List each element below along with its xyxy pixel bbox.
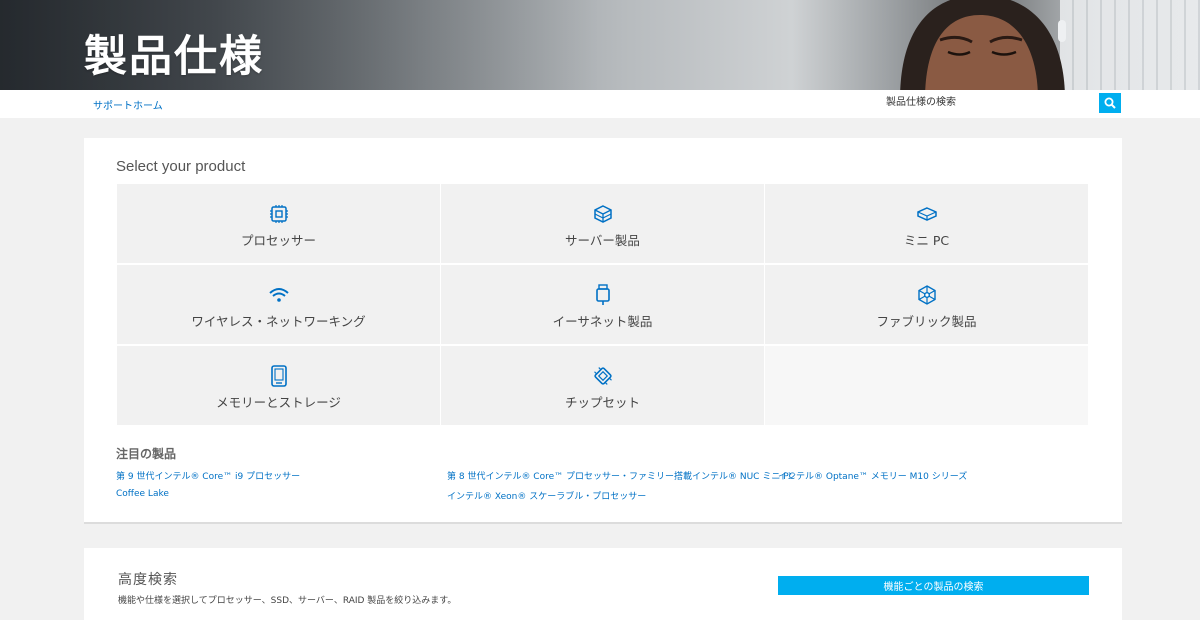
tile-memory-storage[interactable]: メモリーとストレージ: [117, 346, 440, 425]
product-select-card: Select your product プロセッサー サーバー製品 ミニ PC: [84, 138, 1122, 524]
tile-processor[interactable]: プロセッサー: [117, 184, 440, 263]
hero-window-backdrop: [1060, 0, 1200, 90]
tile-label: プロセッサー: [240, 233, 316, 248]
search-by-feature-button[interactable]: 機能ごとの製品の検索: [778, 576, 1089, 595]
tile-fabric[interactable]: ファブリック製品: [765, 265, 1088, 344]
search-icon: [1104, 97, 1116, 109]
chipset-icon: [592, 365, 614, 387]
mini-pc-icon: [916, 203, 938, 225]
fabric-icon: [916, 284, 938, 306]
page-title: 製品仕様: [84, 32, 264, 82]
tile-chipset[interactable]: チップセット: [441, 346, 764, 425]
advanced-search-card: 高度検索 機能や仕様を選択してプロセッサー、SSD、サーバー、RAID 製品を絞…: [84, 548, 1122, 620]
processor-icon: [268, 203, 290, 225]
advanced-search-heading: 高度検索: [118, 572, 178, 588]
featured-products-heading: 注目の製品: [116, 447, 177, 461]
server-icon: [592, 203, 614, 225]
tile-mini-pc[interactable]: ミニ PC: [765, 184, 1088, 263]
top-bar: サポートホーム 製品仕様の検索: [0, 90, 1200, 118]
tile-wireless[interactable]: ワイヤレス・ネットワーキング: [117, 265, 440, 344]
support-home-link[interactable]: サポートホーム: [93, 97, 163, 112]
wifi-icon: [268, 284, 290, 306]
tile-label: イーサネット製品: [552, 314, 653, 329]
featured-link-coffee-lake[interactable]: Coffee Lake: [116, 489, 169, 499]
featured-link-core-i9[interactable]: 第 9 世代インテル® Core™ i9 プロセッサー: [116, 469, 300, 482]
featured-link-optane[interactable]: インテル® Optane™ メモリー M10 シリーズ: [778, 469, 967, 482]
product-category-grid: プロセッサー サーバー製品 ミニ PC ワイヤレス・ネットワーキング イーサネッ…: [117, 184, 1089, 425]
search-button[interactable]: [1099, 93, 1121, 113]
select-product-heading: Select your product: [116, 158, 246, 175]
advanced-search-description: 機能や仕様を選択してプロセッサー、SSD、サーバー、RAID 製品を絞り込みます…: [118, 596, 457, 606]
tile-label: ミニ PC: [903, 233, 950, 248]
tile-label: メモリーとストレージ: [216, 395, 341, 410]
featured-link-nuc[interactable]: 第 8 世代インテル® Core™ プロセッサー・ファミリー搭載インテル® NU…: [447, 469, 795, 482]
storage-icon: [268, 365, 290, 387]
hero-person-image: [900, 0, 1066, 90]
tile-label: ファブリック製品: [876, 314, 977, 329]
ethernet-icon: [592, 284, 614, 306]
featured-link-xeon[interactable]: インテル® Xeon® スケーラブル・プロセッサー: [447, 489, 646, 502]
tile-label: サーバー製品: [565, 233, 640, 248]
tile-server[interactable]: サーバー製品: [441, 184, 764, 263]
tile-ethernet[interactable]: イーサネット製品: [441, 265, 764, 344]
spec-search-label[interactable]: 製品仕様の検索: [886, 93, 956, 108]
tile-label: チップセット: [564, 395, 640, 410]
tile-empty: [765, 346, 1088, 425]
hero-banner: 製品仕様: [0, 0, 1200, 90]
tile-label: ワイヤレス・ネットワーキング: [191, 314, 366, 329]
